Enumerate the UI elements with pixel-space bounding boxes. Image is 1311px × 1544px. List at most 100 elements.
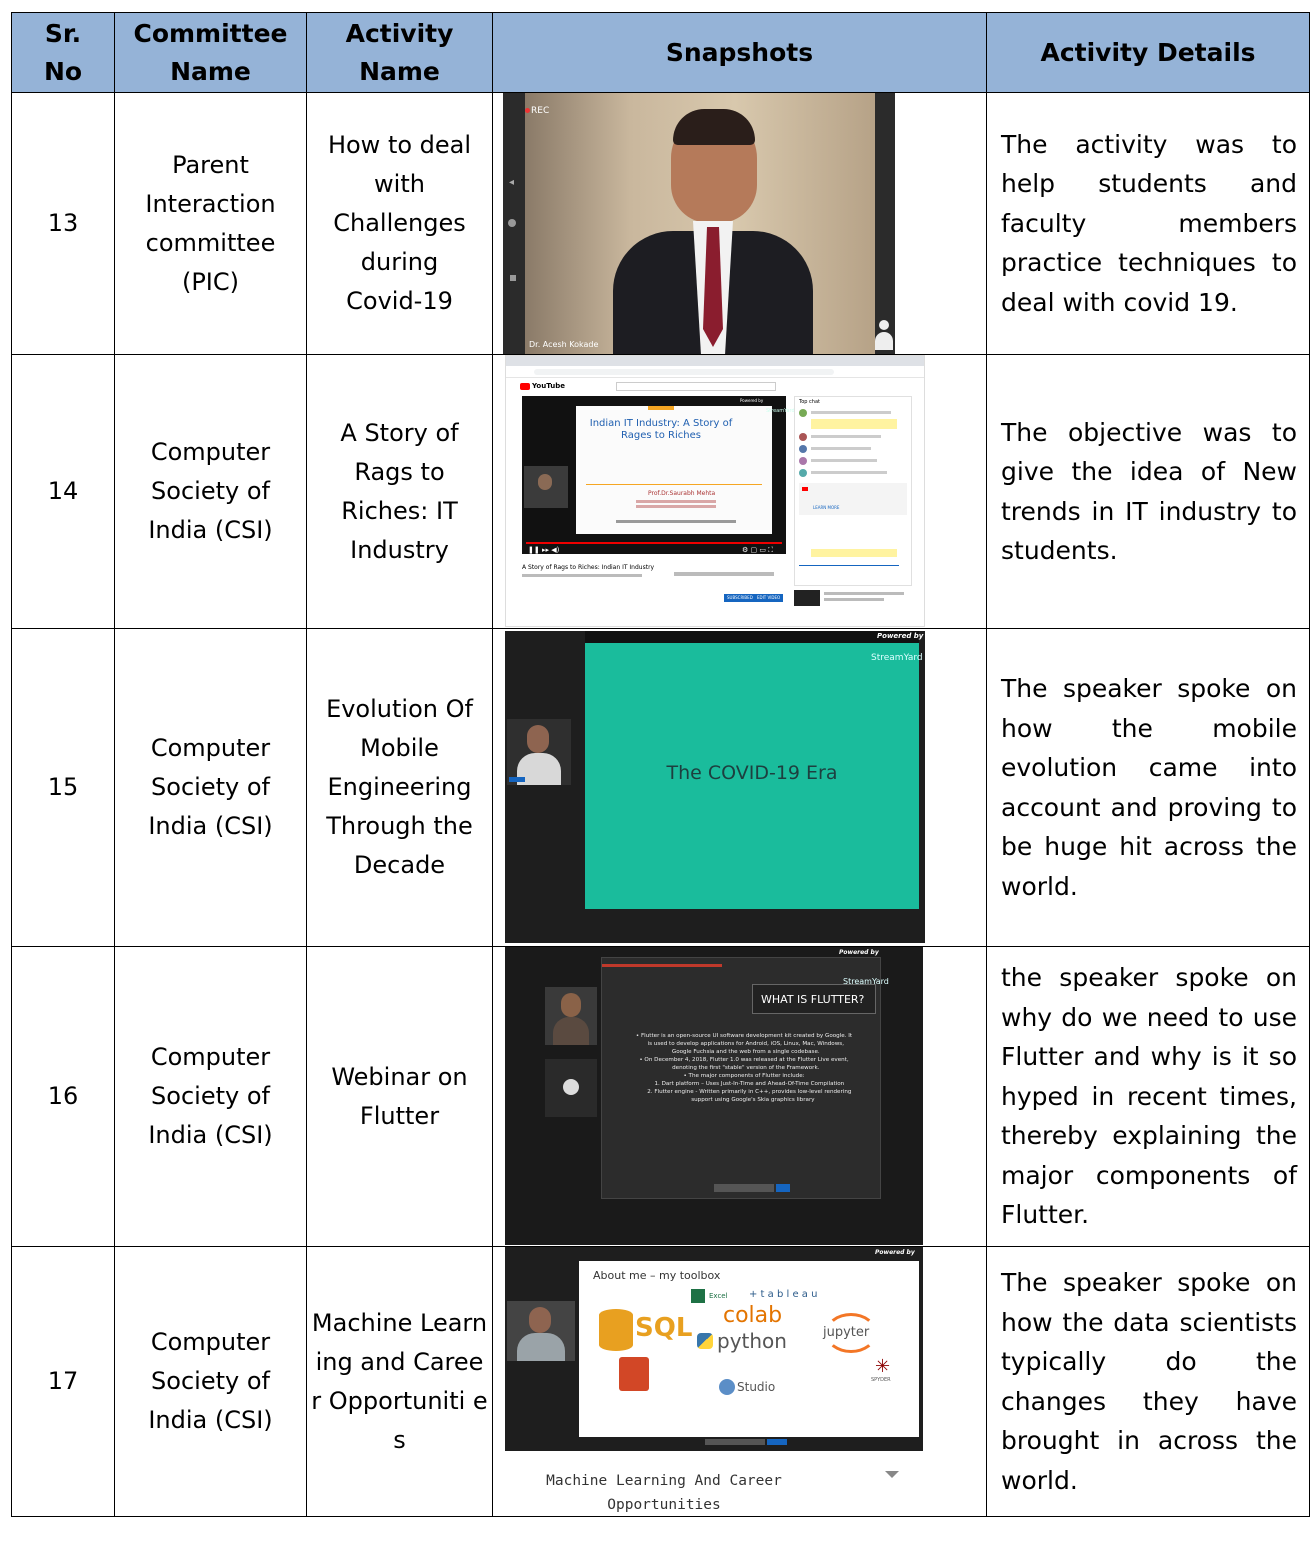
snapshot-flutter: WHAT IS FLUTTER? • Flutter is an open-so… [505, 947, 923, 1245]
learn-more-link[interactable]: LEARN MORE [813, 505, 839, 511]
table-row: 14 Computer Society of India (CSI) A Sto… [11, 354, 1310, 629]
edit-video-button[interactable]: EDIT VIDEO [754, 594, 784, 602]
bullet-9: support using Google's Skia graphics lib… [673, 1097, 815, 1103]
slide-title: About me – my toolbox [593, 1269, 721, 1282]
powered-by: Powered by [877, 632, 924, 640]
slide: WHAT IS FLUTTER? • Flutter is an open-so… [601, 957, 881, 1199]
tool-python: python [717, 1329, 787, 1353]
slide: The COVID-19 Era [585, 641, 919, 909]
webcam-tile [507, 1301, 575, 1361]
tool-jupyter: jupyter [823, 1325, 870, 1340]
browser-tabbar [506, 356, 924, 366]
tool-spyder: SPYDER [871, 1377, 891, 1383]
header-details: Activity Details [986, 12, 1310, 93]
progress-bar[interactable] [526, 542, 782, 544]
table-row: 15 Computer Society of India (CSI) Evolu… [11, 628, 1310, 947]
tool-sql: SQL [635, 1313, 693, 1343]
presenter-name: Prof.Dr.Saurabh Mehta [648, 490, 716, 497]
webcam-tile [507, 719, 571, 785]
header-committee: Committee Name [114, 12, 307, 93]
video-player[interactable]: Indian IT Industry: A Story of Rages to … [522, 396, 795, 554]
webcam-tile [524, 466, 568, 508]
microphone-icon [563, 1079, 579, 1095]
details-cell: the speaker spoke on why do we need to u… [986, 946, 1310, 1247]
bullet-8: 2. Flutter engine - Written primarily in… [636, 1089, 852, 1095]
youtube-icon [802, 487, 808, 491]
committee-cell: Computer Society of India (CSI) [114, 628, 307, 947]
stop-icon[interactable] [510, 275, 516, 281]
slide-title: Indian IT Industry: A Story of Rages to … [589, 418, 733, 441]
slide-accent [602, 964, 722, 967]
webcam-tile [545, 987, 597, 1045]
snapshot-youtube: YouTube Indian IT Industry: A Story of R… [505, 355, 925, 627]
sr-no-cell: 13 [11, 92, 115, 355]
committee-cell: Computer Society of India (CSI) [114, 1246, 307, 1517]
details-cell: The activity was to help students and fa… [986, 92, 1310, 355]
avatar-icon [875, 318, 893, 354]
activity-cell: Evolution Of Mobile Engineering Through … [306, 628, 493, 947]
top-bar [585, 631, 919, 643]
database-icon [599, 1309, 633, 1351]
settings-icon[interactable]: ⚙ ▢ ▭ ⛶ [742, 546, 773, 554]
slide: About me – my toolbox Excel + t a b l e … [579, 1261, 919, 1437]
committee-cell: Parent Interaction committee (PIC) [114, 92, 307, 355]
mute-tile [545, 1059, 597, 1117]
activity-cell: Webinar on Flutter [306, 946, 493, 1247]
table-row: 17 Computer Society of India (CSI) Machi… [11, 1246, 1310, 1517]
youtube-wordmark: YouTube [532, 382, 565, 390]
bullet-7: 1. Dart platform – Uses Just-In-Time and… [643, 1081, 845, 1087]
activity-cell: How to deal with Challenges during Covid… [306, 92, 493, 355]
rec-indicator: REC [531, 106, 550, 116]
powered-by: Powered by [839, 949, 879, 956]
speaker-figure [613, 103, 813, 354]
top-chat-label[interactable]: Top chat [799, 399, 820, 406]
tool-excel: Excel [709, 1292, 728, 1300]
search-box[interactable] [616, 382, 776, 391]
play-icon[interactable]: ❚❚ ▸▸ ◀) [528, 546, 559, 554]
sr-no-cell: 16 [11, 946, 115, 1247]
snapshot-cell: WHAT IS FLUTTER? • Flutter is an open-so… [492, 946, 987, 1247]
bullet-list: • Flutter is an open-source UI software … [610, 1032, 878, 1104]
excel-icon [691, 1289, 705, 1303]
subscribed-button[interactable]: SUBSCRIBED [724, 594, 756, 602]
streamyard-logo: StreamYard [766, 408, 795, 414]
sr-no-cell: 15 [11, 628, 115, 947]
activity-cell: A Story of Rags to Riches: IT Industry [306, 354, 493, 629]
spyder-icon: ✳ [875, 1356, 891, 1377]
committee-cell: Computer Society of India (CSI) [114, 354, 307, 629]
camera-icon[interactable] [508, 219, 516, 227]
streamyard-logo: StreamYard [843, 977, 889, 986]
snapshot-cell: REC ◂ Dr. Acesh Kokade [492, 92, 987, 355]
participant-name-tag: Dr. Acesh Kokade [529, 340, 599, 349]
bullet-1: • Flutter is an open-source UI software … [635, 1033, 853, 1039]
snapshot-cell: YouTube Indian IT Industry: A Story of R… [492, 354, 987, 629]
bullet-3: Google Fuchsia and the web from a single… [668, 1049, 820, 1055]
chat-notice: LEARN MORE [799, 483, 907, 515]
details-cell: The objective was to give the idea of Ne… [986, 354, 1310, 629]
sr-no-cell: 14 [11, 354, 115, 629]
header-activity: Activity Name [306, 12, 493, 93]
activity-table: Sr. No Committee Name Activity Name Snap… [11, 12, 1310, 1517]
snapshot-cell: The COVID-19 Era Powered by StreamYard [492, 628, 987, 947]
snapshot-toolbox: About me – my toolbox Excel + t a b l e … [505, 1247, 923, 1513]
chevron-left-icon[interactable]: ◂ [509, 163, 514, 202]
video-area: About me – my toolbox Excel + t a b l e … [505, 1247, 923, 1451]
youtube-logo-icon [520, 383, 530, 390]
bullet-6: • The major components of Flutter includ… [683, 1073, 805, 1079]
slide-text: The COVID-19 Era [666, 762, 838, 784]
slide: Indian IT Industry: A Story of Rages to … [576, 406, 772, 534]
sr-no-cell: 17 [11, 1246, 115, 1517]
bullet-2: is used to develop applications for Andr… [643, 1041, 844, 1047]
bullet-4: • On December 4, 2018, Flutter 1.0 was r… [639, 1057, 849, 1063]
record-dot-icon [525, 108, 530, 113]
chat-panel: Top chat LEARN MORE [794, 396, 912, 586]
powered-by: Powered by [875, 1249, 915, 1256]
streamyard-logo: StreamYard [871, 653, 923, 663]
browser-addressbar [506, 366, 924, 378]
python-icon [697, 1333, 713, 1349]
snapshot-streamyard: The COVID-19 Era Powered by StreamYard [505, 631, 925, 943]
activity-cell: Machine Learning and Career Opportuniti … [306, 1246, 493, 1517]
expand-caret-icon[interactable] [885, 1471, 899, 1478]
committee-cell: Computer Society of India (CSI) [114, 946, 307, 1247]
tool-rstudio: Studio [737, 1380, 776, 1394]
